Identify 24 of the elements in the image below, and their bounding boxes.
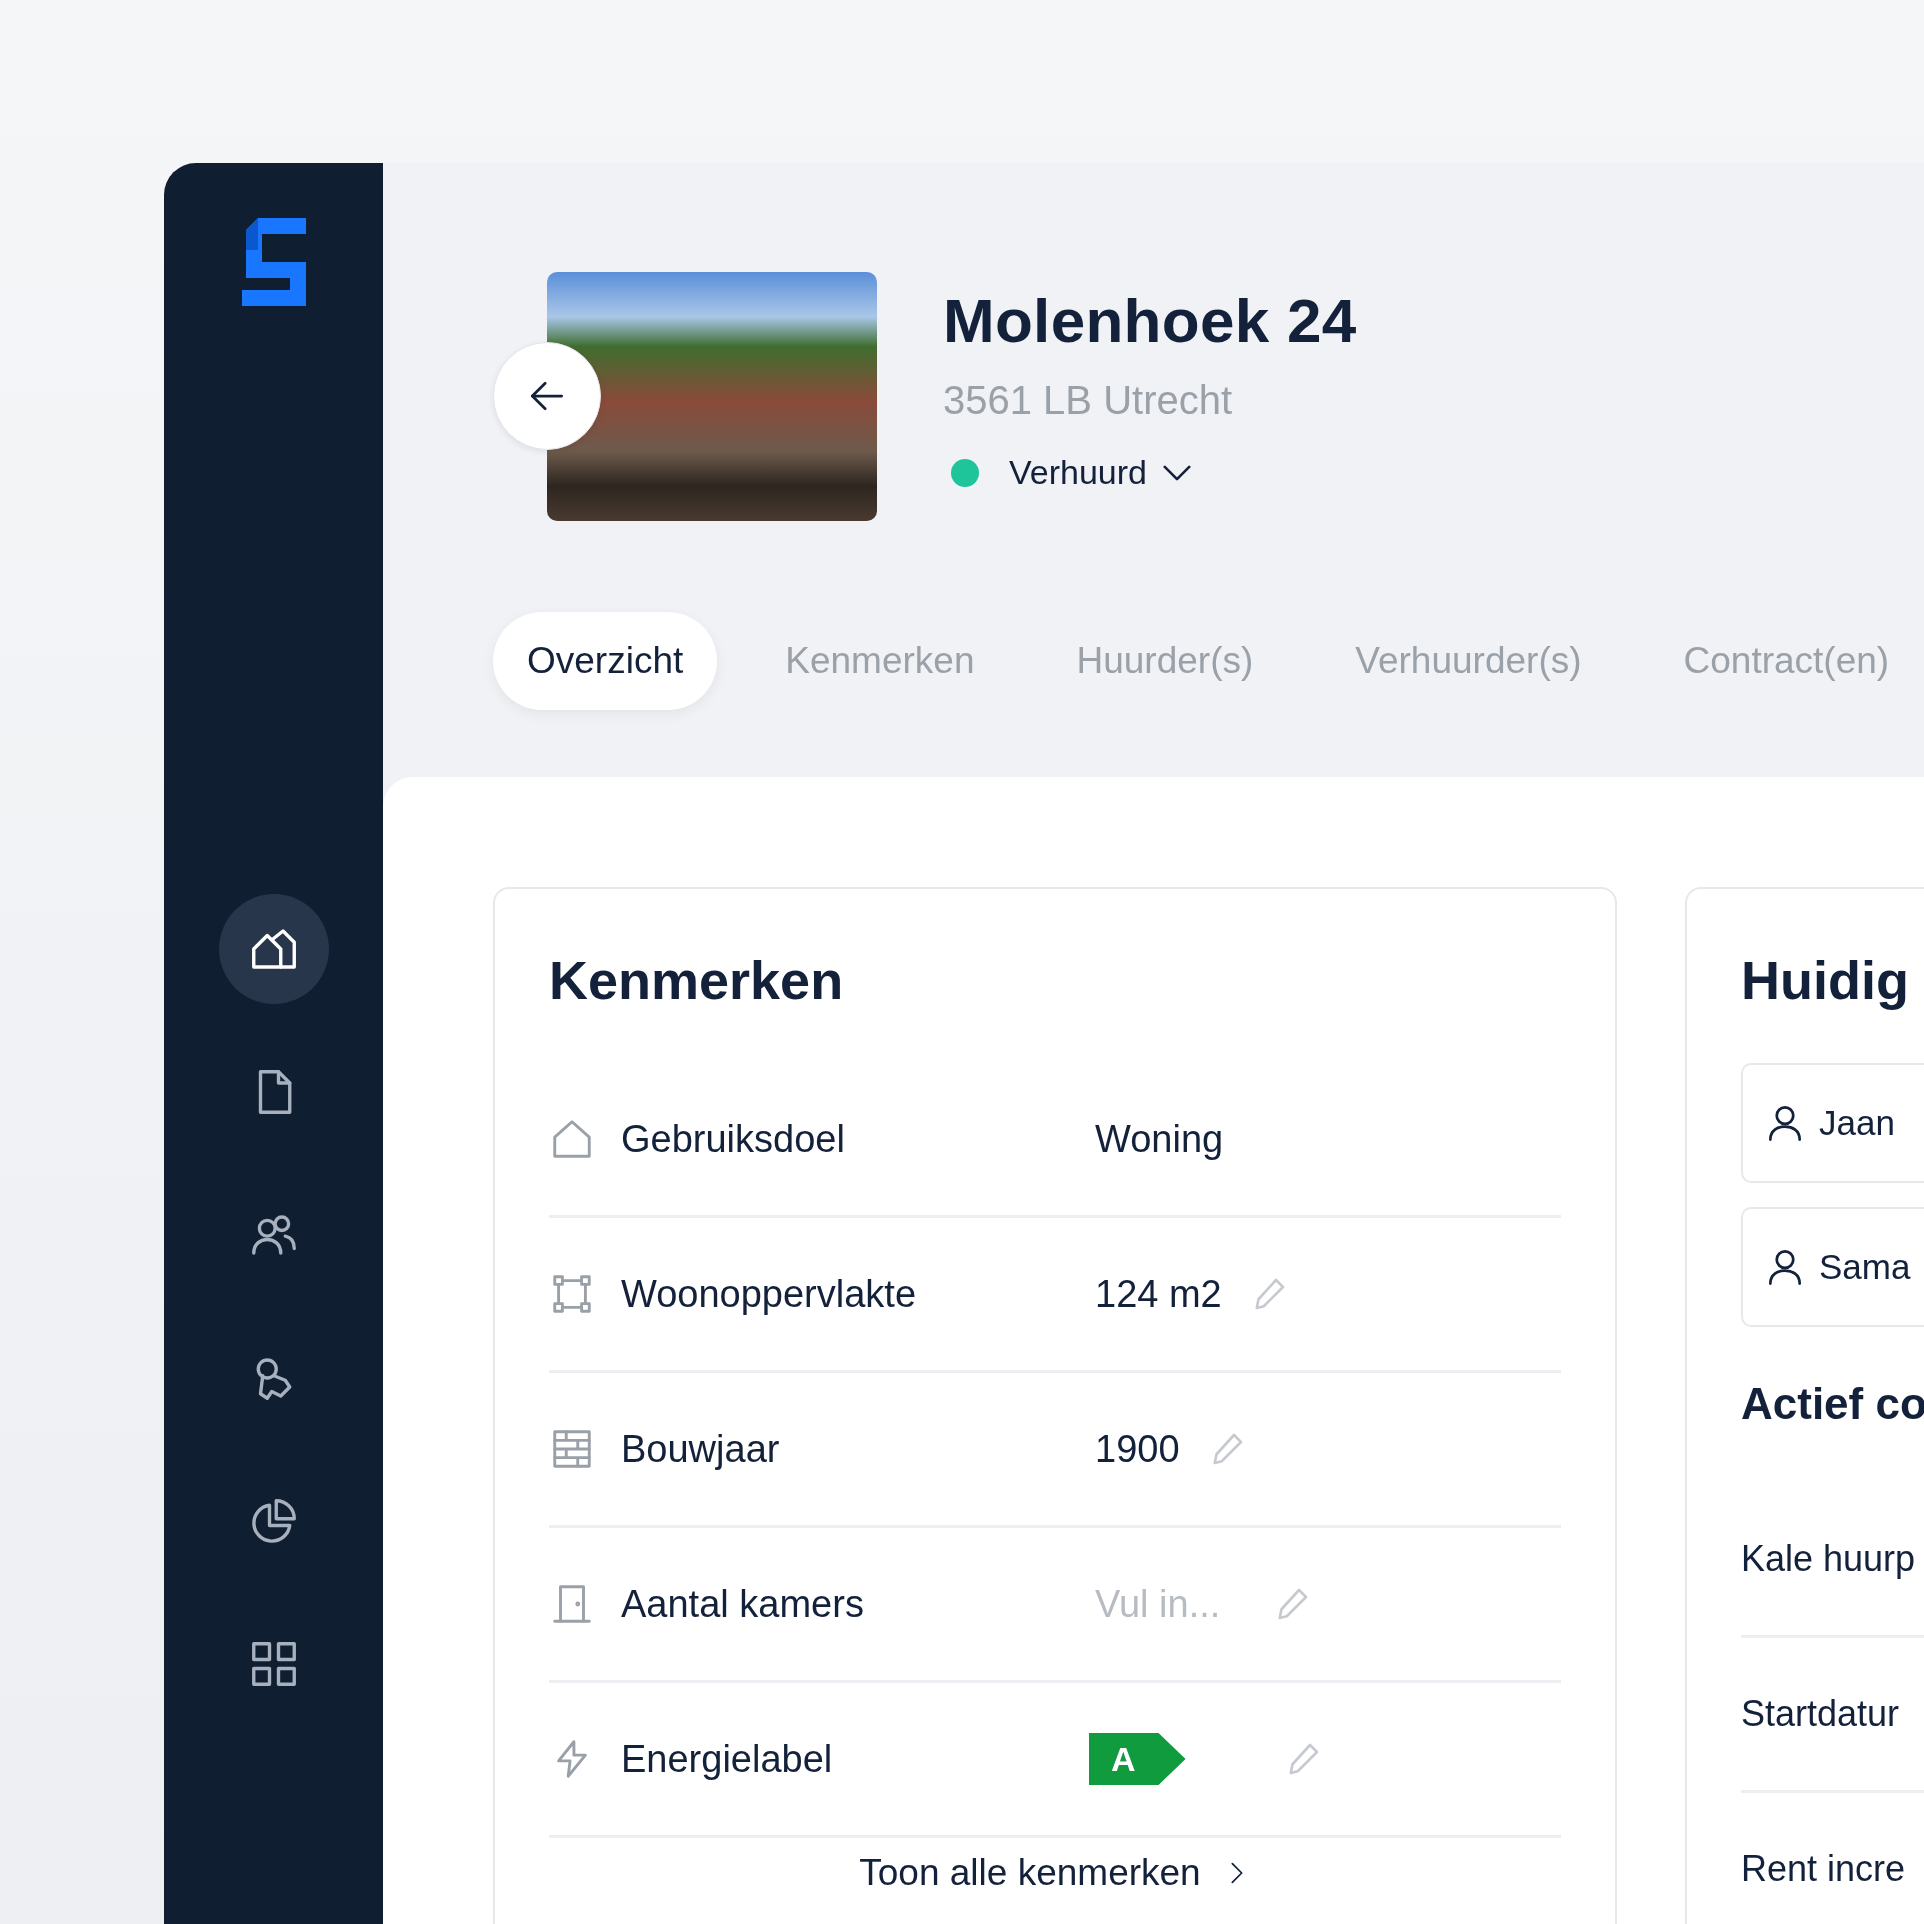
tab[interactable]: Overzicht [493,612,718,710]
chevron-down-icon [1163,464,1191,481]
tenant-item[interactable]: Jaan [1741,1063,1924,1183]
card-title: Huidig [1741,949,1910,1011]
field-label: Energielabel [621,1737,834,1781]
energy-label-badge: A [1089,1733,1186,1785]
field-value: 124 m2 [1095,1272,1222,1316]
field-label: Rent incre [1741,1848,1906,1890]
field-label: Startdatur [1741,1693,1900,1735]
logo-icon [241,218,306,306]
property-address: 3561 LB Utrecht [943,378,1234,423]
status-dropdown[interactable]: Verhuurd [1009,453,1191,492]
field-label: Bouwjaar [621,1427,781,1471]
field-label: Aantal kamers [621,1582,865,1626]
property-title: Molenhoek 24 [943,290,1357,352]
field-label: Kale huurp [1741,1538,1916,1580]
field-label: Gebruiksdoel [621,1117,846,1161]
show-all-link[interactable]: Toon alle kenmerken [859,1852,1251,1894]
field-label: Woonoppervlakte [621,1272,918,1316]
tenant-item[interactable]: Sama [1741,1207,1924,1327]
field-value: 1900 [1095,1427,1180,1471]
field-value: Woning [1095,1117,1224,1161]
card-title: Kenmerken [549,949,845,1011]
text-input[interactable]: Vul in... [1095,1582,1245,1626]
